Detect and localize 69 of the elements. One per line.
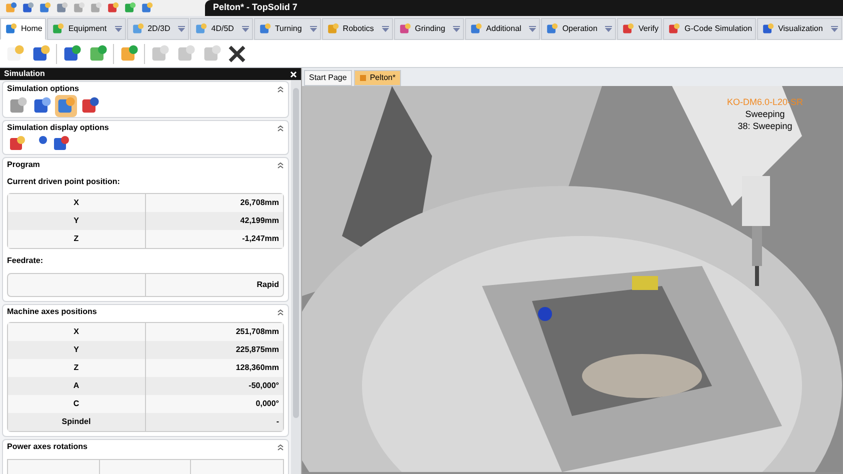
operation-label: Sweeping <box>745 108 785 120</box>
tab-icon[interactable] <box>761 22 776 36</box>
value-cell-text: 26,708mm <box>239 197 280 209</box>
dropdown-icon[interactable] <box>178 26 186 32</box>
dropdown-icon[interactable] <box>605 26 612 32</box>
field-label: Feedrate: <box>6 255 44 267</box>
value-cell-text: 42,199mm <box>239 215 280 227</box>
tab-icon[interactable] <box>258 22 272 36</box>
delete-icon[interactable] <box>227 44 247 64</box>
tab-icon[interactable] <box>469 22 484 36</box>
section-title: Simulation display options <box>7 122 109 134</box>
ribbon-tab[interactable]: Turning <box>254 18 321 40</box>
value-cell-text: 0,000° <box>254 398 280 410</box>
step-label: 38: Sweeping <box>738 120 792 132</box>
panel-title: Simulation <box>4 68 45 80</box>
window-title: Pelton* - TopSolid 7 <box>213 1 298 14</box>
dropdown-icon[interactable] <box>114 26 122 32</box>
document-tab[interactable]: Start Page <box>304 70 352 86</box>
section-title: Simulation options <box>7 83 79 95</box>
dropdown-icon[interactable] <box>453 26 460 32</box>
value-cell-text: 128,360mm <box>234 362 280 374</box>
ribbon-tab[interactable]: Robotics <box>322 18 393 40</box>
tab-icon[interactable] <box>667 22 682 36</box>
tab-icon[interactable] <box>194 22 208 36</box>
dropdown-icon[interactable] <box>830 26 838 32</box>
collapse-icon[interactable] <box>277 444 284 450</box>
dropdown-icon[interactable] <box>242 26 249 32</box>
tab-icon[interactable] <box>4 22 18 36</box>
dropdown-icon[interactable] <box>310 26 317 32</box>
ribbon-tab[interactable]: Equipment <box>47 18 126 40</box>
close-icon[interactable] <box>290 70 297 78</box>
section-title: Program <box>7 159 40 171</box>
axis-cell: Spindel <box>8 413 146 431</box>
tool-label: KO-DM6.0-L20-SR <box>726 96 803 108</box>
tab-icon[interactable] <box>621 22 636 36</box>
field-label: Current driven point position: <box>6 176 121 188</box>
value-cell-text: -50,000° <box>248 380 280 392</box>
ribbon-tab[interactable]: Grinding <box>394 18 464 40</box>
collapse-icon[interactable] <box>277 86 284 92</box>
collapse-icon[interactable] <box>277 162 284 168</box>
ribbon-tab[interactable]: Additional <box>465 18 540 40</box>
document-tab[interactable]: Pelton* <box>354 70 401 86</box>
dropdown-icon[interactable] <box>529 26 536 32</box>
section-title: Power axes rotations <box>7 441 88 453</box>
collapse-icon[interactable] <box>277 124 284 132</box>
dropdown-icon[interactable] <box>382 26 389 32</box>
ribbon-tab[interactable]: Operation <box>541 18 616 40</box>
collapse-icon[interactable] <box>277 308 284 316</box>
value-cell-text: Rapid <box>256 279 280 291</box>
tab-icon[interactable] <box>545 22 560 36</box>
machining-viewport[interactable]: KO-DM6.0-L20-SR Sweeping 38: Sweeping <box>302 86 843 474</box>
ribbon-tab[interactable]: 4D/5D <box>190 18 253 40</box>
value-cell-text: -1,247mm <box>241 233 280 245</box>
value-cell-text: - <box>275 416 280 428</box>
tab-icon[interactable] <box>51 22 66 36</box>
value-cell-text: 251,708mm <box>234 326 280 338</box>
tab-icon[interactable] <box>130 22 145 36</box>
axis-cell: Z <box>8 230 146 248</box>
tab-icon[interactable] <box>398 22 412 36</box>
ribbon-tab[interactable]: 2D/3D <box>126 18 190 40</box>
ribbon-tab[interactable]: Verify <box>617 18 662 40</box>
ribbon-tab[interactable]: Home <box>0 18 46 40</box>
scrollbar[interactable] <box>291 80 301 474</box>
section-title: Machine axes positions <box>7 306 97 318</box>
simulation-option-button[interactable] <box>55 95 77 117</box>
ribbon-tab[interactable]: Visualization <box>757 18 842 40</box>
ribbon-tab[interactable]: G-Code Simulation <box>663 18 756 40</box>
document-icon <box>358 74 367 82</box>
value-cell-text: 225,875mm <box>234 344 280 356</box>
